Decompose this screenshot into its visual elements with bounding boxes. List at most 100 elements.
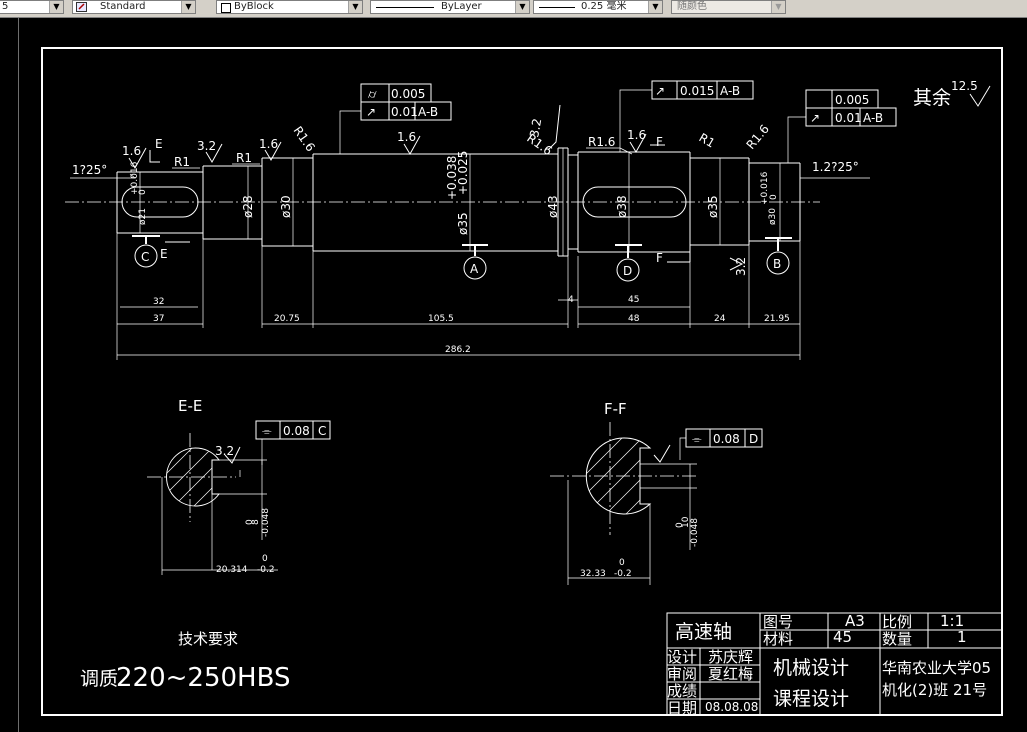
svg-text:A: A xyxy=(470,262,479,276)
section-ee-view: 3.2 8 0 -0.048 20.314 0 -0.2 xyxy=(147,433,278,575)
date-value: 08.08.08 xyxy=(705,700,758,714)
dim-20-75: 20.75 xyxy=(274,314,300,324)
radius-label-1: R1 xyxy=(174,155,190,169)
taper-right-label: 1.2?25° xyxy=(812,160,859,174)
rough-label-1: 1.6 xyxy=(122,144,141,158)
fcf-ee: ⌯ 0.08 C xyxy=(255,420,331,465)
diam-label-6: ø38 xyxy=(615,195,629,218)
dim-21-95: 21.95 xyxy=(764,314,790,324)
fcf-left: ⌭ 0.005 ↗ 0.01 A-B xyxy=(339,83,452,154)
runout-icon: ↗ xyxy=(810,111,820,125)
material-label: 材料 xyxy=(763,630,793,648)
ee-rough: 3.2 xyxy=(215,444,234,458)
datum-c: C xyxy=(132,235,160,268)
section-f-top: F xyxy=(656,135,663,149)
radius-label-5: R1.6 xyxy=(588,135,615,149)
ff-width-tol-up: 0 xyxy=(675,522,685,528)
section-ff-view: 10 0 -0.048 32.33 0 -0.2 xyxy=(550,422,700,585)
cylindricity-icon: ⌭ xyxy=(368,87,377,101)
course-line-2: 课程设计 xyxy=(773,688,849,710)
ff-width-tol-lo: -0.048 xyxy=(690,518,700,547)
svg-text:0.01: 0.01 xyxy=(835,111,862,125)
ee-depth-tol-up: 0 xyxy=(262,554,268,564)
material-value: 45 xyxy=(833,628,852,646)
svg-text:D: D xyxy=(623,264,632,278)
qty-value: 1 xyxy=(957,628,967,646)
radius-label-3: R1.6 xyxy=(291,124,318,154)
svg-text:0.08: 0.08 xyxy=(283,424,310,438)
ff-depth-main: 32.33 xyxy=(580,569,606,579)
diam-label-7: ø35 xyxy=(706,195,720,218)
reviewer: 夏红梅 xyxy=(708,665,753,683)
fcf-ff: ⌯ 0.08 D xyxy=(679,428,763,460)
rough-label-4: 1.6 xyxy=(397,130,416,144)
svg-text:A-B: A-B xyxy=(863,111,883,125)
roughness-other-value: 12.5 xyxy=(951,79,978,93)
drawing-no-label: 图号 xyxy=(763,613,793,631)
dim-37: 37 xyxy=(153,314,164,324)
svg-text:C: C xyxy=(318,424,326,438)
tech-prefix: 调质 xyxy=(80,668,118,690)
diam-label-5: ø43 xyxy=(546,195,560,218)
runout-icon: ↗ xyxy=(366,105,376,119)
ff-depth-tol-lo: -0.2 xyxy=(614,569,632,579)
cad-drawing: 其余 12.5 1?25° 1.2?25° 1.6 3.2 1.6 1.6 3.… xyxy=(41,47,1003,717)
diam-label-1: ø21 xyxy=(138,208,148,225)
symmetry-icon: ⌯ xyxy=(692,432,702,446)
diam-label-2: ø28 xyxy=(241,195,255,218)
svg-text:0.005: 0.005 xyxy=(391,87,425,101)
ee-depth-tol-lo: -0.2 xyxy=(257,565,275,575)
datum-d: D xyxy=(615,244,642,282)
dim-24: 24 xyxy=(714,314,726,324)
svg-text:A-B: A-B xyxy=(418,105,438,119)
tech-value: 220~250HBS xyxy=(116,663,290,693)
school-line-1: 华南农业大学05 xyxy=(882,659,991,677)
ee-depth-main: 20.314 xyxy=(216,565,248,575)
length-dimlines xyxy=(116,233,801,360)
symmetry-icon: ⌯ xyxy=(262,424,272,438)
rough-label-2: 3.2 xyxy=(197,139,216,153)
diam-label-4: ø35 xyxy=(456,212,470,235)
rough-label-8: 3.2 xyxy=(734,257,748,276)
ee-width-tol-up: 0 xyxy=(245,519,255,525)
radius-label-2: R1 xyxy=(236,151,252,165)
date-label: 日期 xyxy=(667,699,697,717)
tech-heading: 技术要求 xyxy=(178,630,238,648)
roughness-other-label: 其余 xyxy=(913,87,951,109)
dim-105-5: 105.5 xyxy=(428,314,454,324)
review-label: 审阅 xyxy=(667,665,697,683)
part-name: 高速轴 xyxy=(675,621,732,643)
tol-lower-1: 0 xyxy=(138,189,148,195)
title-block: 高速轴 图号 A3 比例 1:1 材料 45 数量 1 设计 苏庆辉 审阅 夏红… xyxy=(666,612,1003,717)
dim-286-2: 286.2 xyxy=(445,345,471,355)
diam-label-3: ø30 xyxy=(279,195,293,218)
ff-depth-tol-up: 0 xyxy=(619,558,625,568)
tol-lower-2: +0.025 xyxy=(456,151,470,195)
dim-32: 32 xyxy=(153,297,164,307)
design-label: 设计 xyxy=(667,648,697,666)
diam-label-8: ø30 xyxy=(768,208,778,225)
scale-label: 比例 xyxy=(882,613,912,631)
designer: 苏庆辉 xyxy=(708,648,753,666)
taper-left-label: 1?25° xyxy=(72,163,107,177)
dim-48: 48 xyxy=(628,314,640,324)
section-f-bottom: F xyxy=(656,251,663,265)
qty-label: 数量 xyxy=(882,630,912,648)
datum-a: A xyxy=(462,244,488,280)
svg-text:0.015: 0.015 xyxy=(680,84,714,98)
grade-label: 成绩 xyxy=(667,682,697,700)
radius-label-7: R1.6 xyxy=(744,122,772,152)
section-ff-title: F-F xyxy=(604,400,627,418)
svg-text:0.005: 0.005 xyxy=(835,93,869,107)
section-e-top: E xyxy=(155,137,163,151)
svg-text:C: C xyxy=(141,250,149,264)
svg-text:B: B xyxy=(773,257,781,271)
svg-text:0.08: 0.08 xyxy=(713,432,740,446)
course-line-1: 机械设计 xyxy=(773,657,849,679)
svg-text:0.01: 0.01 xyxy=(391,105,418,119)
tol-lower-3: 0 xyxy=(769,194,779,200)
rough-label-6: 1.6 xyxy=(627,128,646,142)
section-e-bottom: E xyxy=(160,247,168,261)
svg-text:A-B: A-B xyxy=(720,84,740,98)
datum-b: B xyxy=(765,237,792,275)
